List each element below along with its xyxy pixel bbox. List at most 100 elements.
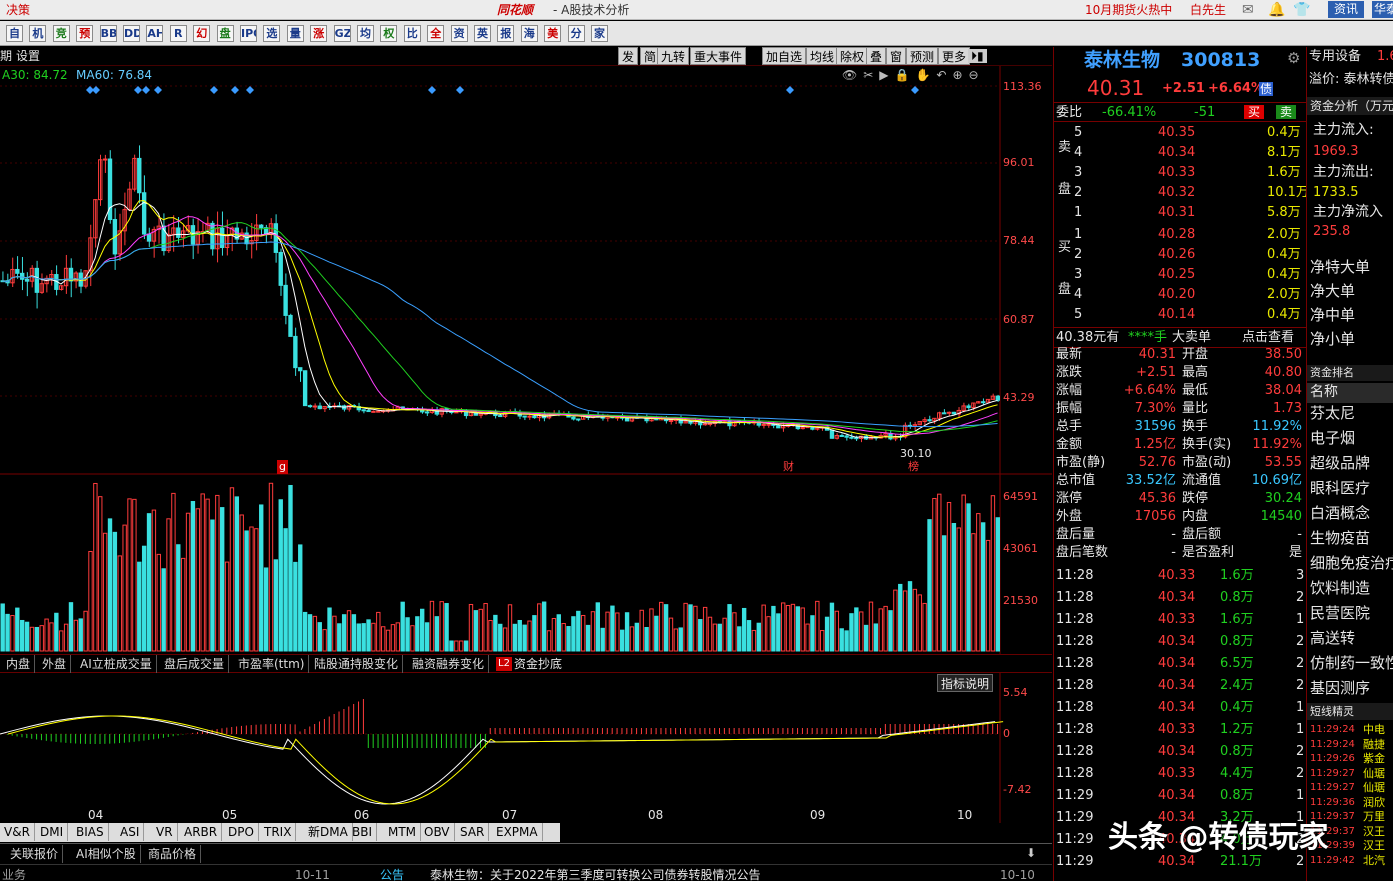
bell-icon[interactable]: 🔔: [1268, 3, 1285, 17]
buy-button[interactable]: 买: [1244, 105, 1265, 119]
indicator-tab[interactable]: BBI: [348, 823, 378, 841]
net-item[interactable]: 净特大单: [1310, 260, 1370, 275]
toolbar-icon-10[interactable]: IPO: [240, 25, 257, 42]
settings-menu[interactable]: 设置: [16, 49, 40, 63]
big-order-view[interactable]: 点击查看: [1242, 331, 1294, 345]
toolbar-icon-2[interactable]: 竞: [52, 25, 70, 42]
concept-item[interactable]: 生物疫苗: [1310, 531, 1370, 546]
order-row[interactable]: 1 40.31 5.8万: [1054, 203, 1304, 223]
concept-item[interactable]: 仿制药一致性: [1310, 656, 1393, 671]
toolbar-icon-11[interactable]: 选: [263, 25, 281, 42]
header-button-4[interactable]: 加自选: [762, 47, 807, 65]
concept-item[interactable]: 饮料制造: [1310, 581, 1370, 596]
indicator-tab[interactable]: BIAS: [72, 823, 109, 841]
bond-badge[interactable]: 债: [1259, 82, 1274, 96]
tab-fund-bottom[interactable]: 资金抄底: [514, 657, 562, 671]
toolbar-icon-18[interactable]: 全: [427, 25, 445, 42]
news-tag[interactable]: 公告: [380, 868, 404, 881]
toolbar-icon-15[interactable]: 均: [357, 25, 374, 42]
toolbar-icon-5[interactable]: DDE: [123, 25, 140, 42]
mail-icon[interactable]: ✉: [1242, 3, 1254, 17]
toolbar-icon-12[interactable]: 量: [286, 25, 304, 42]
toolbar-icon-8[interactable]: 幻: [193, 25, 211, 42]
event-row[interactable]: 11:29:36 润欣: [1307, 796, 1393, 810]
gear-icon[interactable]: ⚙: [1287, 51, 1300, 66]
order-row[interactable]: 2 40.32 10.1万: [1054, 183, 1309, 203]
promo-link[interactable]: 10月期货火热中: [1085, 3, 1172, 17]
header-button-7[interactable]: 叠: [866, 47, 887, 65]
marker-bang[interactable]: 榜: [908, 460, 919, 474]
bottom-tab[interactable]: 商品价格: [144, 845, 202, 863]
order-row[interactable]: 2 40.26 0.4万: [1054, 245, 1304, 265]
mid-tab[interactable]: 内盘: [2, 655, 36, 673]
order-row[interactable]: 1 40.28 2.0万: [1054, 225, 1304, 245]
concept-item[interactable]: 基因测序: [1310, 681, 1370, 696]
order-row[interactable]: 5 40.35 0.4万: [1054, 123, 1304, 143]
toolbar-icon-7[interactable]: R: [169, 25, 187, 42]
shirt-icon[interactable]: 👕: [1293, 3, 1310, 17]
mid-tab[interactable]: 市盈率(ttm): [234, 655, 310, 673]
indicator-tab[interactable]: OBV: [420, 823, 455, 841]
industry-label[interactable]: 专用设备: [1309, 50, 1361, 64]
indicator-tab[interactable]: V&R: [0, 823, 35, 841]
news-button[interactable]: 资讯: [1328, 1, 1365, 18]
toolbar-icon-22[interactable]: 海: [520, 25, 538, 42]
net-item[interactable]: 净中单: [1310, 308, 1355, 323]
event-row[interactable]: 11:29:24 融捷: [1307, 738, 1393, 752]
bottom-tab[interactable]: 关联报价: [6, 845, 64, 863]
order-row[interactable]: 4 40.20 2.0万: [1054, 285, 1304, 305]
concept-item[interactable]: 高送转: [1310, 631, 1355, 646]
toolbar-icon-13[interactable]: 涨: [310, 25, 328, 42]
kline-chart[interactable]: [0, 66, 1052, 871]
indicator-tab[interactable]: SAR: [456, 823, 490, 841]
indicator-tab[interactable]: ARBR: [180, 823, 223, 841]
header-button-5[interactable]: 均线: [806, 47, 839, 65]
toolbar-icon-4[interactable]: BBD: [99, 25, 117, 42]
event-row[interactable]: 11:29:26 紫金: [1307, 752, 1393, 766]
mid-tab[interactable]: 陆股通持股变化: [310, 655, 404, 673]
news-headline[interactable]: 泰林生物：关于2022年第三季度可转换公司债券转股情况公告: [430, 868, 761, 881]
concept-item[interactable]: 眼科医疗: [1310, 481, 1370, 496]
download-icon[interactable]: ⬇: [1026, 846, 1036, 860]
toolbar-icon-24[interactable]: 分: [567, 25, 585, 42]
header-button-8[interactable]: 窗: [886, 47, 907, 65]
indicator-tab[interactable]: 新DMA: [304, 823, 353, 841]
sell-button[interactable]: 卖: [1276, 105, 1297, 119]
order-row[interactable]: 4 40.34 8.1万: [1054, 143, 1304, 163]
toolbar-icon-16[interactable]: 权: [380, 25, 398, 42]
premium-label[interactable]: 溢价: 泰林转债: [1309, 73, 1393, 87]
toolbar-icon-3[interactable]: 预: [76, 25, 94, 42]
bottom-tab[interactable]: AI相似个股: [72, 845, 141, 863]
indicator-tab[interactable]: DPO: [224, 823, 259, 841]
toolbar-icon-25[interactable]: 家: [591, 25, 608, 42]
header-button-0[interactable]: 发: [618, 47, 639, 65]
toolbar-icon-6[interactable]: AH: [146, 25, 164, 42]
toolbar-icon-14[interactable]: GZ: [333, 25, 351, 42]
marker-cai[interactable]: 财: [783, 460, 794, 474]
event-row[interactable]: 11:29:27 仙琚: [1307, 767, 1393, 781]
header-button-2[interactable]: 九转: [657, 47, 690, 65]
toolbar-icon-17[interactable]: 比: [403, 25, 421, 42]
indicator-tab[interactable]: TRIX: [260, 823, 297, 841]
header-button-9[interactable]: 预测: [906, 47, 939, 65]
net-item[interactable]: 净大单: [1310, 284, 1355, 299]
user-name[interactable]: 白先生: [1190, 3, 1226, 17]
order-row[interactable]: 3 40.33 1.6万: [1054, 163, 1304, 183]
order-row[interactable]: 5 40.14 0.4万: [1054, 305, 1304, 325]
concept-item[interactable]: 细胞免疫治疗: [1310, 556, 1393, 571]
indicator-tab[interactable]: ASI: [116, 823, 145, 841]
indicator-help-button[interactable]: 指标说明: [937, 674, 994, 692]
header-button-3[interactable]: 重大事件: [690, 47, 747, 65]
concept-item[interactable]: 白酒概念: [1310, 506, 1370, 521]
mid-tab[interactable]: 融资融券变化: [408, 655, 490, 673]
header-button-10[interactable]: 更多: [938, 47, 971, 65]
toolbar-icon-23[interactable]: 美: [544, 25, 562, 42]
concept-item[interactable]: 民营医院: [1310, 606, 1370, 621]
toolbar-icon-20[interactable]: 英: [474, 25, 491, 42]
indicator-tab[interactable]: EXPMA: [492, 823, 543, 841]
marker-g[interactable]: g: [277, 460, 288, 474]
period-label[interactable]: 期: [0, 49, 12, 63]
mid-tab[interactable]: 外盘: [38, 655, 72, 673]
indicator-tab[interactable]: MTM: [384, 823, 422, 841]
event-row[interactable]: 11:29:24 中电: [1307, 723, 1393, 737]
